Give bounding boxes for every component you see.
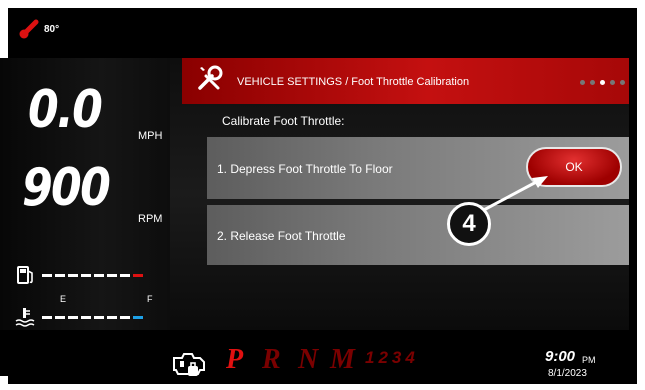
- speed-unit: MPH: [138, 130, 163, 142]
- step-1-text: 1. Depress Foot Throttle To Floor: [217, 162, 393, 176]
- page-indicator: [580, 80, 625, 85]
- speed-value: 0.0: [28, 80, 103, 140]
- wrench-screwdriver-icon: [198, 65, 223, 90]
- thermometer-icon: [19, 19, 39, 39]
- gear-reverse: R: [262, 344, 281, 375]
- temperature-value: 80°: [44, 23, 60, 35]
- engine-warning-icon: [173, 353, 205, 376]
- step-2-text: 2. Release Foot Throttle: [217, 229, 346, 243]
- calibration-step-2: 2. Release Foot Throttle: [207, 205, 629, 265]
- clock-time: 9:00: [545, 348, 576, 365]
- manual-gear-numbers: 1234: [365, 348, 419, 367]
- temperature-indicator: 80°: [18, 18, 59, 40]
- fuel-icon: [17, 266, 33, 284]
- dialog-title: VEHICLE SETTINGS / Foot Throttle Calibra…: [237, 76, 470, 88]
- coolant-gauge: [14, 306, 143, 328]
- fuel-empty-label: E: [60, 294, 67, 304]
- rpm-value: 900: [22, 158, 111, 218]
- fuel-full-label: F: [147, 294, 153, 304]
- clock-ampm: PM: [582, 355, 596, 365]
- calibration-heading: Calibrate Foot Throttle:: [222, 114, 345, 128]
- fuel-gauge: [14, 264, 143, 286]
- coolant-level-bar: [42, 315, 143, 319]
- callout-badge: 4: [447, 202, 491, 246]
- coolant-icon: [15, 308, 35, 327]
- page-dot: [620, 80, 625, 85]
- clock-date: 8/1/2023: [548, 368, 587, 379]
- gear-neutral: N: [298, 344, 319, 375]
- gear-manual: M: [330, 344, 355, 375]
- page-dot: [590, 80, 595, 85]
- gear-park: P: [226, 344, 244, 375]
- page-dot: [610, 80, 615, 85]
- ok-button[interactable]: OK: [526, 147, 622, 187]
- page-dot: [580, 80, 585, 85]
- page-dot-active: [600, 80, 605, 85]
- fuel-level-bar: [42, 273, 143, 277]
- rpm-unit: RPM: [138, 213, 163, 225]
